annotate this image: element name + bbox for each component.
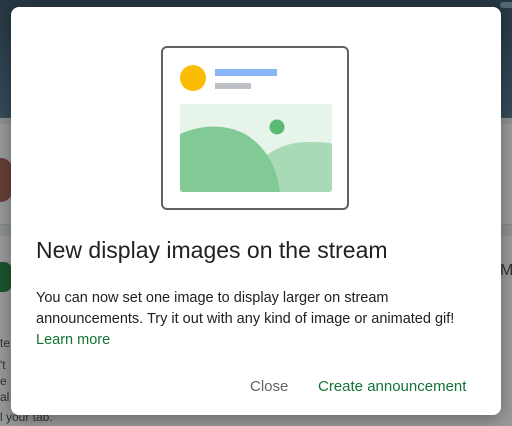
dialog-description: You can now set one image to display lar… [36,290,455,327]
illustration-subtitle-line [215,83,251,89]
create-announcement-button[interactable]: Create announcement [318,375,466,399]
dialog-title: New display images on the stream [36,237,388,263]
illustration-image [180,104,332,192]
landscape-icon [180,104,332,192]
illustration-avatar [180,65,206,91]
dialog-body: You can now set one image to display lar… [36,288,476,351]
close-button[interactable]: Close [250,375,288,399]
feature-announcement-dialog: New display images on the stream You can… [11,7,501,415]
learn-more-link[interactable]: Learn more [36,332,110,348]
post-with-image-illustration-icon [161,46,349,210]
illustration-title-line [215,69,277,76]
